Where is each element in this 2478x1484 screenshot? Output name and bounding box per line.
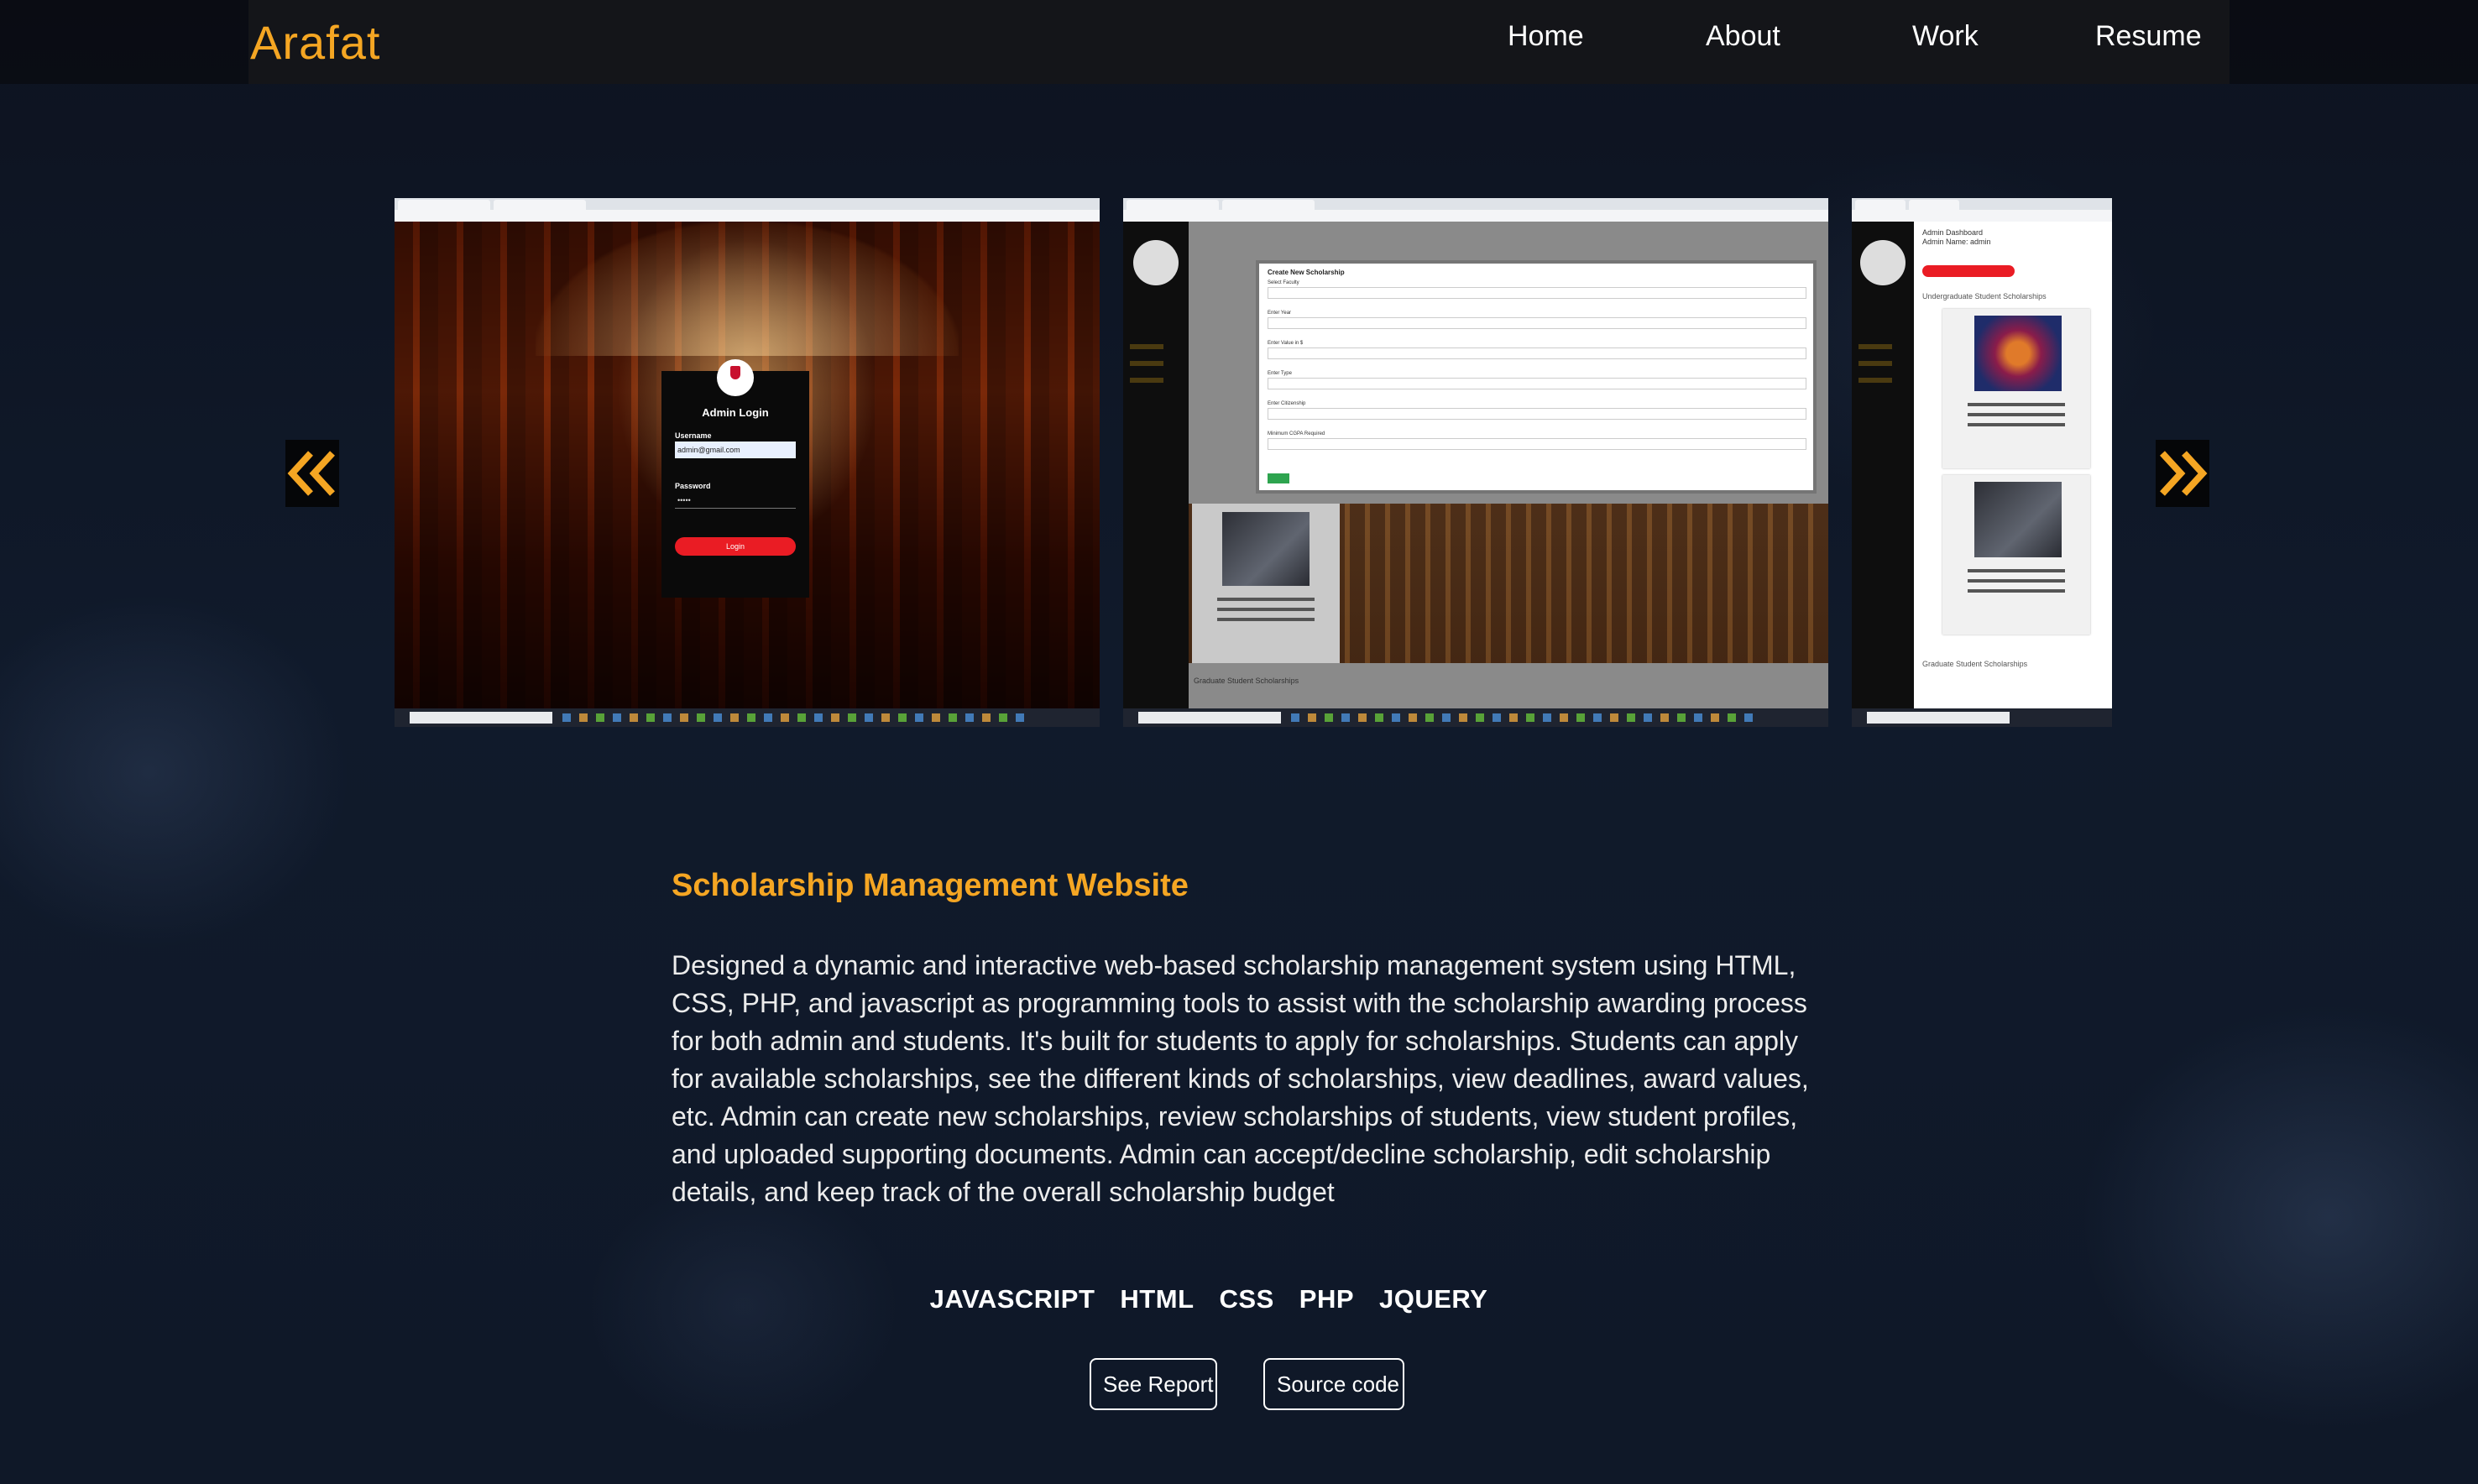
card-text-line: [1968, 423, 2065, 426]
browser-address-bar: [1123, 210, 1828, 222]
sidebar-link: [1130, 361, 1163, 366]
double-chevron-right-icon: [2160, 451, 2208, 496]
card-text-line: [1968, 569, 2065, 572]
browser-tab: [1127, 200, 1219, 210]
password-label: Password: [675, 482, 711, 490]
modal-field: [1268, 347, 1806, 359]
windows-taskbar: [395, 708, 1100, 727]
password-field: •••••: [675, 492, 796, 509]
carousel-prev-button[interactable]: [285, 440, 339, 507]
browser-tabstrip: [395, 198, 1100, 210]
scholarship-card: [1192, 504, 1340, 663]
username-field: admin@gmail.com: [675, 442, 796, 458]
admin-sidebar: [1852, 222, 1914, 708]
card-text-line: [1217, 608, 1315, 611]
admin-main-area: Create New Scholarship Select Faculty En…: [1189, 222, 1828, 708]
modal-label: Minimum CGPA Required: [1268, 431, 1325, 436]
modal-label: Enter Citizenship: [1268, 401, 1306, 406]
modal-field: [1268, 317, 1806, 329]
tech-tag: JQUERY: [1379, 1284, 1488, 1314]
university-logo-icon: [1860, 240, 1906, 285]
tech-tag: PHP: [1299, 1284, 1355, 1314]
dashboard-main-area: Admin Dashboard Admin Name: admin Underg…: [1914, 222, 2112, 708]
browser-tabstrip: [1123, 198, 1828, 210]
section-heading: Undergraduate Student Scholarships: [1922, 292, 2047, 300]
card-text-line: [1217, 618, 1315, 621]
section-heading: Graduate Student Scholarships: [1922, 660, 2028, 668]
tech-tag: CSS: [1219, 1284, 1274, 1314]
section-heading: Graduate Student Scholarships: [1194, 677, 1299, 685]
browser-tab: [1909, 200, 1959, 210]
carousel-slide-admin-login[interactable]: Admin Login Username admin@gmail.com Pas…: [395, 198, 1100, 727]
browser-tab: [1222, 200, 1315, 210]
card-photo: [1222, 512, 1310, 586]
browser-tabstrip: [1852, 198, 2112, 210]
scholarship-card: [1942, 309, 2090, 468]
carousel-next-button[interactable]: [2156, 440, 2209, 507]
browser-tab: [1855, 200, 1906, 210]
create-scholarship-modal: Create New Scholarship Select Faculty En…: [1259, 264, 1813, 490]
dashboard-title: Admin Dashboard: [1922, 228, 1984, 237]
modal-field: [1268, 287, 1806, 299]
university-logo-icon: [1133, 240, 1179, 285]
windows-taskbar: [1852, 708, 2112, 727]
taskbar-icons: [562, 713, 1032, 722]
card-text-line: [1968, 413, 2065, 416]
browser-tab: [398, 200, 490, 210]
dashboard-heading: Admin Dashboard Admin Name: admin: [1922, 228, 1991, 247]
browser-address-bar: [395, 210, 1100, 222]
admin-login-panel: Admin Login Username admin@gmail.com Pas…: [661, 359, 809, 598]
card-text-line: [1968, 403, 2065, 406]
source-code-button[interactable]: Source code: [1263, 1358, 1404, 1410]
sidebar-link: [1130, 378, 1163, 383]
browser-tab: [494, 200, 586, 210]
technology-list: JAVASCRIPT HTML CSS PHP JQUERY: [0, 1284, 2448, 1314]
carousel-slide-create-scholarship[interactable]: Create New Scholarship Select Faculty En…: [1123, 198, 1828, 727]
carousel-slide-admin-dashboard[interactable]: Admin Dashboard Admin Name: admin Underg…: [1852, 198, 2112, 727]
modal-label: Select Faculty: [1268, 280, 1299, 285]
admin-name: Admin Name: admin: [1922, 238, 1991, 246]
card-photo: [1974, 316, 2062, 391]
tech-tag: HTML: [1120, 1284, 1195, 1314]
modal-title: Create New Scholarship: [1268, 269, 1345, 276]
tech-tag: JAVASCRIPT: [929, 1284, 1095, 1314]
project-description: Designed a dynamic and interactive web-b…: [672, 950, 1809, 1207]
card-text-line: [1217, 598, 1315, 601]
taskbar-search: [410, 712, 552, 724]
library-arch: [536, 222, 959, 356]
taskbar-icons: [1291, 713, 1761, 722]
project-carousel: Admin Login Username admin@gmail.com Pas…: [0, 0, 2478, 755]
university-logo-icon: [717, 359, 754, 396]
see-report-button[interactable]: See Report: [1090, 1358, 1217, 1410]
login-title: Admin Login: [702, 406, 769, 419]
modal-field: [1268, 378, 1806, 389]
taskbar-search: [1867, 712, 2010, 724]
login-button: Login: [675, 537, 796, 556]
browser-address-bar: [1852, 210, 2112, 222]
username-label: Username: [675, 431, 712, 440]
modal-label: Enter Year: [1268, 311, 1292, 316]
sidebar-link: [1130, 344, 1163, 349]
taskbar-search: [1138, 712, 1281, 724]
modal-field: [1268, 438, 1806, 450]
modal-field: [1268, 408, 1806, 420]
double-chevron-left-icon: [287, 451, 335, 496]
project-title: Scholarship Management Website: [672, 868, 1189, 903]
card-text-line: [1968, 579, 2065, 583]
modal-submit-button: [1268, 473, 1289, 483]
modal-label: Enter Type: [1268, 371, 1292, 376]
modal-label: Enter Value in $: [1268, 341, 1304, 346]
card-text-line: [1968, 589, 2065, 593]
windows-taskbar: [1123, 708, 1828, 727]
scholarship-card: [1942, 475, 2090, 635]
sidebar-link: [1858, 378, 1892, 383]
admin-sidebar: [1123, 222, 1189, 708]
sidebar-link: [1858, 344, 1892, 349]
create-new-button: [1922, 265, 2015, 277]
card-photo: [1974, 482, 2062, 557]
sidebar-link: [1858, 361, 1892, 366]
